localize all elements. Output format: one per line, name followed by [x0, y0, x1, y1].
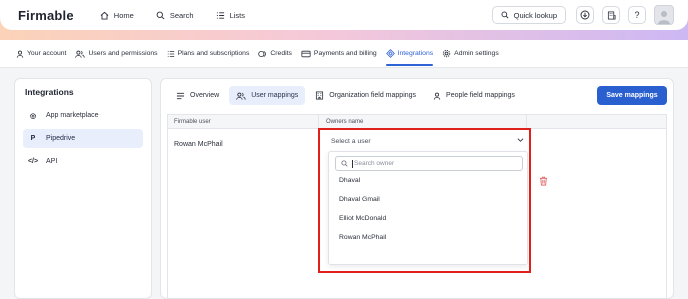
users-icon [75, 50, 86, 58]
owner-option[interactable]: Dhaval [335, 171, 521, 190]
tab-label: Credits [270, 50, 292, 57]
building-icon [316, 91, 324, 100]
search-icon [341, 160, 348, 167]
column-header-owners-name: Owners name [326, 118, 364, 125]
nav-home[interactable]: Home [100, 11, 134, 20]
tab-your-account[interactable]: Your account [16, 40, 66, 68]
tab-label: Plans and subscriptions [177, 50, 250, 57]
menu-icon [176, 92, 185, 99]
owner-option[interactable]: Rowan McPhail [335, 228, 521, 247]
firmable-user-name: Rowan McPhail [174, 141, 223, 148]
user-icon [433, 92, 441, 100]
search-icon [501, 11, 509, 19]
code-icon: </> [27, 158, 39, 165]
tab-integrations[interactable]: Integrations [385, 40, 434, 68]
tab-label: Admin settings [454, 50, 499, 57]
subtab-user-mappings[interactable]: User mappings [229, 86, 306, 105]
sidebar-item-label: App marketplace [46, 112, 99, 119]
search-owner-input[interactable]: Search owner [335, 156, 523, 171]
firmable-logo[interactable]: Firmable [18, 8, 74, 23]
gear-icon [442, 49, 451, 58]
trash-icon[interactable] [539, 176, 548, 186]
tab-label: Payments and billing [313, 50, 377, 57]
subtab-label: User mappings [251, 92, 299, 99]
list-icon [216, 11, 224, 19]
tab-plans-and-subscriptions[interactable]: Plans and subscriptions [167, 40, 250, 68]
save-mappings-button[interactable]: Save mappings [597, 86, 667, 105]
owner-option[interactable]: Elliot McDonald [335, 209, 521, 228]
column-divider [526, 115, 527, 128]
owner-select-trigger[interactable]: Select a user [326, 133, 532, 149]
text-cursor [352, 159, 353, 168]
credits-icon [258, 50, 267, 57]
chevron-down-icon [517, 138, 524, 142]
users-icon [236, 92, 246, 100]
subtabs: Overview User mappings Organization fiel… [169, 86, 525, 105]
top-right-actions: Quick lookup ? [491, 5, 674, 25]
tab-label: Integrations [397, 50, 434, 57]
owner-select: Select a user Search owner Dhaval Dhaval… [326, 133, 532, 265]
card-icon [301, 50, 311, 57]
tab-label: Users and permissions [88, 50, 158, 57]
main-panel: Your account Users and permissions Plans… [0, 40, 688, 299]
table-header: Firmable user Owners name [168, 115, 666, 129]
user-mappings-table: Firmable user Owners name Rowan McPhail … [167, 114, 667, 298]
sidebar-item-pipedrive[interactable]: P Pipedrive [23, 129, 143, 148]
sidebar-item-app-marketplace[interactable]: ◎ App marketplace [23, 106, 143, 125]
search-icon [156, 11, 165, 19]
home-icon [100, 11, 109, 20]
tab-label: Your account [27, 50, 67, 57]
integration-content: Overview User mappings Organization fiel… [160, 78, 674, 299]
list-icon [167, 50, 174, 57]
top-navigation-bar: Firmable Home Search Lists Quick lookup … [0, 0, 688, 30]
subtab-label: Organization field mappings [329, 92, 417, 99]
sidebar-item-api[interactable]: </> API [23, 152, 143, 171]
help-button[interactable]: ? [628, 6, 646, 24]
search-owner-placeholder: Search owner [354, 160, 395, 167]
building-icon [607, 10, 616, 20]
download-button[interactable] [576, 6, 594, 24]
subtab-organization-field-mappings[interactable]: Organization field mappings [308, 86, 423, 105]
sidebar-title: Integrations [25, 87, 74, 97]
settings-tabs: Your account Users and permissions Plans… [0, 40, 688, 68]
user-icon [16, 50, 24, 58]
nav-lists-label: Lists [229, 10, 245, 20]
building-button[interactable] [602, 6, 620, 24]
nav-lists[interactable]: Lists [216, 11, 245, 20]
column-divider [318, 115, 319, 128]
nav-home-label: Home [113, 10, 134, 20]
subtab-label: Overview [190, 92, 220, 99]
nav-search-label: Search [169, 10, 194, 20]
tab-payments-and-billing[interactable]: Payments and billing [301, 40, 377, 68]
tab-users-and-permissions[interactable]: Users and permissions [75, 40, 158, 68]
pipedrive-icon: P [30, 135, 36, 142]
quick-lookup-label: Quick lookup [513, 10, 557, 20]
sidebar-item-label: API [46, 158, 58, 165]
owner-dropdown: Search owner Dhaval Dhaval Gmail Elliot … [328, 151, 528, 265]
sidebar-item-label: Pipedrive [46, 135, 76, 142]
owner-select-placeholder: Select a user [331, 137, 371, 145]
subtab-label: People field mappings [446, 92, 515, 99]
nav-search[interactable]: Search [156, 11, 194, 20]
download-icon [580, 10, 590, 20]
avatar[interactable] [654, 5, 674, 25]
user-avatar-icon [658, 11, 670, 24]
subtab-people-field-mappings[interactable]: People field mappings [426, 86, 522, 105]
subtab-overview[interactable]: Overview [169, 86, 226, 105]
column-header-firmable-user: Firmable user [174, 118, 211, 125]
owner-option[interactable]: Dhaval Gmail [335, 190, 521, 209]
puzzle-icon [385, 49, 395, 58]
quick-lookup-button[interactable]: Quick lookup [491, 6, 566, 24]
integrations-sidebar: Integrations ◎ App marketplace P Pipedri… [14, 78, 152, 299]
marketplace-icon: ◎ [29, 112, 37, 120]
tab-credits[interactable]: Credits [258, 40, 292, 68]
tab-admin-settings[interactable]: Admin settings [442, 40, 499, 68]
